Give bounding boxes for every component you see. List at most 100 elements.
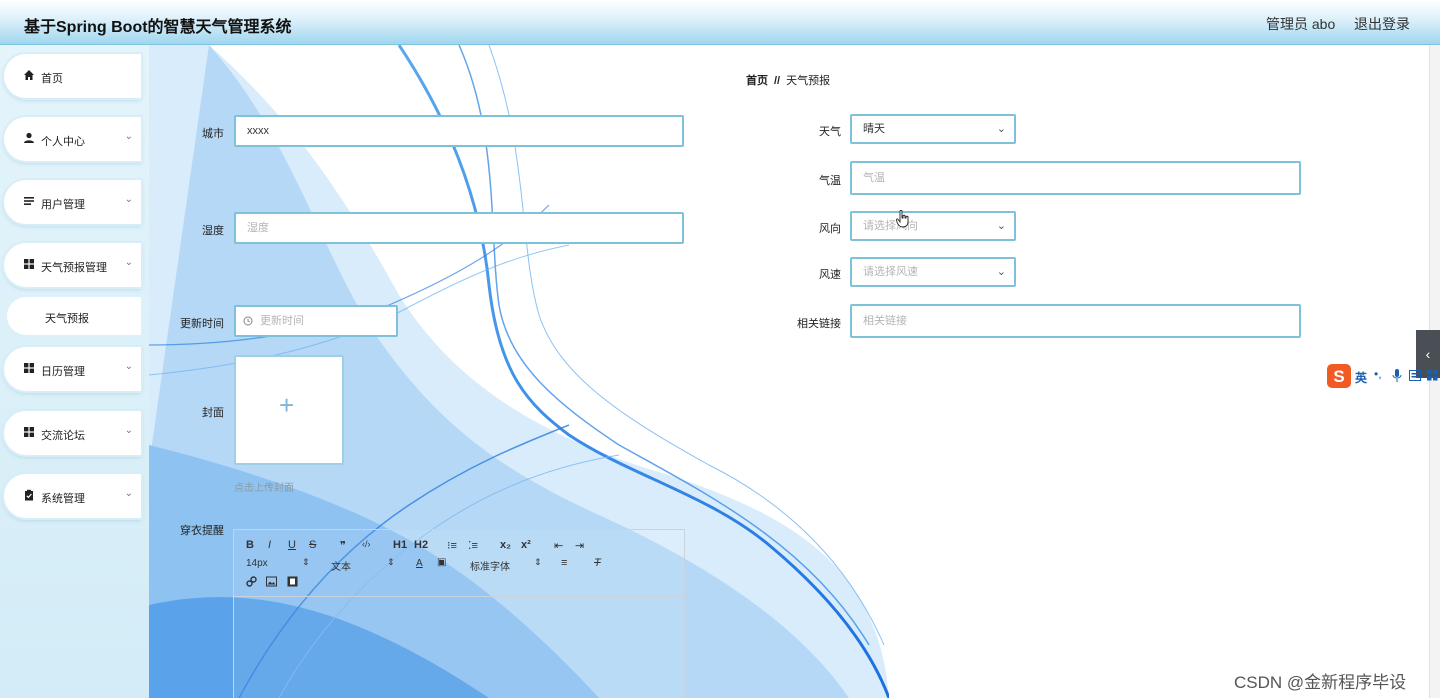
chevron-down-icon: ⌄: [124, 257, 133, 268]
breadcrumb-home[interactable]: 首页: [746, 75, 768, 87]
punctuation-icon[interactable]: •,: [1374, 367, 1382, 381]
sidebar-item-home[interactable]: 首页: [4, 54, 141, 98]
sidebar-item-forecast-management[interactable]: 天气预报管理 ⌄: [4, 243, 141, 287]
ime-language-toggle[interactable]: 英: [1355, 369, 1367, 386]
ordered-list-icon[interactable]: ⁝≡: [447, 539, 457, 552]
strike-button[interactable]: S: [309, 539, 316, 551]
sogou-logo-icon: S: [1327, 364, 1351, 388]
grid-menu-icon[interactable]: [1427, 370, 1438, 381]
cover-upload-box[interactable]: +: [234, 355, 344, 465]
temperature-input[interactable]: 气温: [850, 161, 1301, 195]
csdn-watermark: CSDN @金新程序毕设: [1234, 673, 1407, 692]
outdent-icon[interactable]: ⇤: [554, 539, 563, 552]
sidebar-subitem-label: 天气预报: [45, 313, 89, 325]
grid-icon: [24, 427, 34, 437]
cover-label: 封面: [202, 407, 224, 419]
sidebar-item-label: 首页: [41, 73, 63, 85]
hand-cursor-icon: [896, 210, 909, 228]
sidebar-subitem-weather-forecast[interactable]: 天气预报: [7, 297, 141, 335]
underline-button[interactable]: U: [288, 539, 296, 551]
list-icon: [24, 197, 34, 205]
weather-selected-value: 晴天: [863, 123, 885, 135]
sidebar-item-label: 用户管理: [41, 199, 85, 211]
sidebar-item-personal-center[interactable]: 个人中心 ⌄: [4, 117, 141, 161]
align-icon[interactable]: ≡: [561, 557, 567, 569]
wind-speed-select[interactable]: 请选择风速 ⌄: [850, 257, 1016, 287]
wind-direction-select[interactable]: 请选择风向 ⌄: [850, 211, 1016, 241]
microphone-icon[interactable]: [1392, 369, 1402, 383]
main-content: 首页 // 天气预报 城市 xxxx 湿度 湿度 更新时间 更新时间 封面 + 点击…: [149, 45, 1429, 698]
link-icon[interactable]: [246, 576, 257, 587]
chevron-down-icon: ⌄: [996, 220, 1006, 232]
bullet-list-icon[interactable]: ⁚≡: [468, 539, 478, 552]
superscript-button[interactable]: x²: [521, 539, 531, 551]
video-icon[interactable]: [287, 576, 298, 587]
weather-label: 天气: [819, 126, 841, 138]
code-block-button[interactable]: ‹/›: [362, 539, 371, 549]
sidebar-item-label: 日历管理: [41, 366, 85, 378]
font-size-select[interactable]: 14px: [246, 558, 268, 569]
header2-button[interactable]: H2: [414, 539, 428, 551]
bold-button[interactable]: B: [246, 539, 254, 551]
home-icon: [24, 70, 34, 80]
chevron-down-icon: ⌄: [996, 266, 1006, 278]
chevron-down-icon: ⌄: [124, 488, 133, 499]
plus-icon: +: [279, 390, 295, 420]
font-color-icon[interactable]: A: [416, 558, 423, 569]
city-input[interactable]: xxxx: [234, 115, 684, 147]
top-header: 基于Spring Boot的智慧天气管理系统 管理员 abo 退出登录: [0, 0, 1440, 45]
sidebar-item-user-management[interactable]: 用户管理 ⌄: [4, 180, 141, 224]
user-icon: [24, 132, 34, 143]
italic-button[interactable]: I: [268, 539, 271, 551]
blockquote-button[interactable]: ❞: [340, 539, 346, 552]
header1-button[interactable]: H1: [393, 539, 407, 551]
wind-direction-label: 风向: [819, 223, 841, 235]
sidebar-item-system-management[interactable]: 系统管理 ⌄: [4, 474, 141, 518]
chevron-down-icon: ⌄: [124, 131, 133, 142]
link-input[interactable]: 相关链接: [850, 304, 1301, 338]
update-time-label: 更新时间: [180, 318, 224, 330]
chevron-down-icon: ⌄: [124, 361, 133, 372]
sidebar-item-calendar-management[interactable]: 日历管理 ⌄: [4, 347, 141, 391]
select-arrows-icon: ⇕: [534, 557, 542, 567]
breadcrumb: 首页 // 天气预报: [746, 72, 830, 88]
update-time-picker[interactable]: 更新时间: [234, 305, 398, 337]
image-icon[interactable]: [266, 576, 277, 587]
ime-toolbar: S 英 •,: [1327, 363, 1440, 389]
background-color-icon[interactable]: ▣: [437, 557, 446, 568]
keyboard-icon[interactable]: [1409, 370, 1421, 381]
indent-icon[interactable]: ⇥: [575, 539, 584, 552]
humidity-label: 湿度: [202, 225, 224, 237]
text-style-select[interactable]: 文本: [331, 558, 351, 573]
update-time-placeholder: 更新时间: [260, 315, 304, 327]
chevron-down-icon: ⌄: [124, 194, 133, 205]
clock-icon: [243, 316, 253, 326]
grid-icon: [24, 259, 34, 269]
grid-icon: [24, 363, 34, 373]
subscript-button[interactable]: x₂: [500, 539, 511, 551]
rich-text-editor[interactable]: B I U S ❞ ‹/› H1 H2 ⁝≡ ⁚≡ x₂ x² ⇤ ⇥ 14px…: [233, 529, 685, 698]
chevron-left-icon: ‹: [1425, 346, 1431, 362]
temperature-label: 气温: [819, 175, 841, 187]
breadcrumb-current: 天气预报: [786, 75, 831, 87]
breadcrumb-separator: //: [774, 75, 781, 87]
font-family-select[interactable]: 标准字体: [470, 558, 510, 573]
select-arrows-icon: ⇕: [387, 557, 395, 567]
clipboard-icon: [25, 489, 33, 501]
logout-button[interactable]: 退出登录: [1354, 14, 1410, 34]
wind-speed-placeholder: 请选择风速: [863, 266, 918, 278]
humidity-input[interactable]: 湿度: [234, 212, 684, 244]
select-arrows-icon: ⇕: [302, 557, 310, 567]
link-label: 相关链接: [797, 318, 841, 330]
weather-select[interactable]: 晴天 ⌄: [850, 114, 1016, 144]
svg-text:S: S: [1333, 367, 1344, 386]
sidebar-item-forum[interactable]: 交流论坛 ⌄: [4, 411, 141, 455]
chevron-down-icon: ⌄: [124, 425, 133, 436]
dress-tip-label: 穿衣提醒: [180, 525, 224, 537]
sidebar-item-label: 系统管理: [41, 493, 85, 505]
app-title: 基于Spring Boot的智慧天气管理系统: [24, 19, 292, 36]
cover-upload-hint: 点击上传封面: [234, 483, 294, 494]
sidebar-item-label: 天气预报管理: [41, 262, 107, 274]
admin-user-label: 管理员 abo: [1266, 16, 1336, 32]
clear-format-icon[interactable]: T: [594, 557, 601, 569]
